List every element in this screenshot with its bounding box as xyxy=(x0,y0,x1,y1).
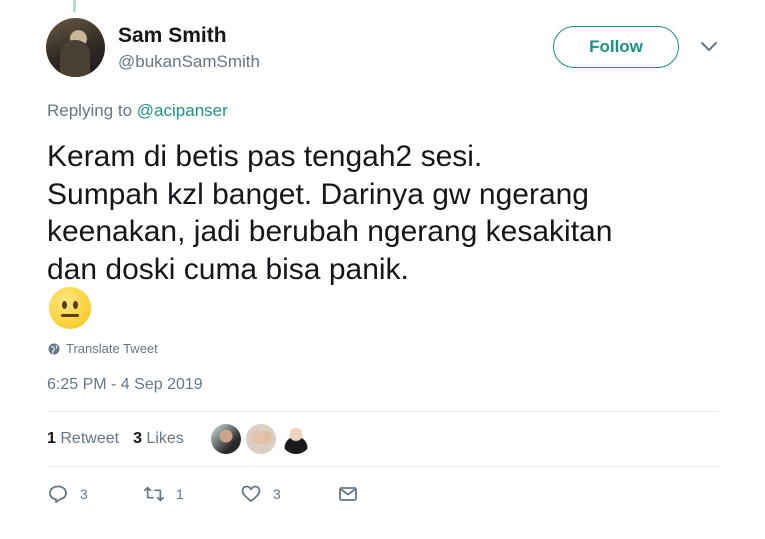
author-handle[interactable]: @bukanSamSmith xyxy=(118,52,260,72)
translate-label: Translate Tweet xyxy=(66,341,158,356)
divider xyxy=(47,411,719,412)
liker-avatar[interactable] xyxy=(246,424,276,454)
engagement-stats: 1 Retweet 3 Likes xyxy=(47,430,184,448)
reply-button[interactable]: 3 xyxy=(48,484,88,504)
author-name[interactable]: Sam Smith xyxy=(118,24,227,48)
like-button[interactable]: 3 xyxy=(241,484,281,504)
heart-icon xyxy=(241,485,261,502)
author-avatar[interactable] xyxy=(46,18,105,77)
thread-connector-line xyxy=(73,0,76,12)
liker-avatar[interactable] xyxy=(211,424,241,454)
tweet-text-line: dan doski cuma bisa panik. xyxy=(47,252,409,286)
tweet-timestamp[interactable]: 6:25 PM - 4 Sep 2019 xyxy=(47,376,203,394)
reply-context: Replying to @acipanser xyxy=(47,101,228,121)
likes-count: 3 xyxy=(133,430,142,447)
tweet-text-line: Keram di betis pas tengah2 sesi. xyxy=(47,140,483,173)
reply-count: 3 xyxy=(80,486,88,502)
tweet-text-line: keenakan, jadi berubah ngerang kesakitan xyxy=(47,215,613,248)
divider xyxy=(47,466,719,467)
envelope-icon xyxy=(339,487,357,501)
reply-icon xyxy=(49,485,67,503)
direct-message-button[interactable] xyxy=(338,484,358,504)
globe-icon xyxy=(48,343,60,354)
likes-stat[interactable]: 3 Likes xyxy=(133,430,184,448)
retweets-count: 1 xyxy=(47,430,56,447)
like-count: 3 xyxy=(273,486,281,502)
retweets-stat[interactable]: 1 Retweet xyxy=(47,430,119,448)
retweet-button[interactable]: 1 xyxy=(144,484,184,504)
retweet-count: 1 xyxy=(176,486,184,502)
retweets-label: Retweet xyxy=(60,430,120,447)
follow-button[interactable]: Follow xyxy=(553,26,679,68)
tweet-text-line: Sumpah kzl banget. Darinya gw ngerang xyxy=(47,177,589,211)
tweet-text: Keram di betis pas tengah2 sesi. Sumpah … xyxy=(47,138,727,288)
chevron-down-icon[interactable] xyxy=(700,40,718,54)
reply-context-prefix: Replying to xyxy=(47,101,133,120)
reply-mention-link[interactable]: @acipanser xyxy=(137,101,228,120)
retweet-icon xyxy=(144,486,164,502)
neutral-face-emoji xyxy=(49,287,91,329)
liker-avatar[interactable] xyxy=(281,424,311,454)
translate-tweet-link[interactable]: Translate Tweet xyxy=(48,341,158,356)
liker-avatars xyxy=(211,424,311,454)
likes-label: Likes xyxy=(146,430,184,447)
